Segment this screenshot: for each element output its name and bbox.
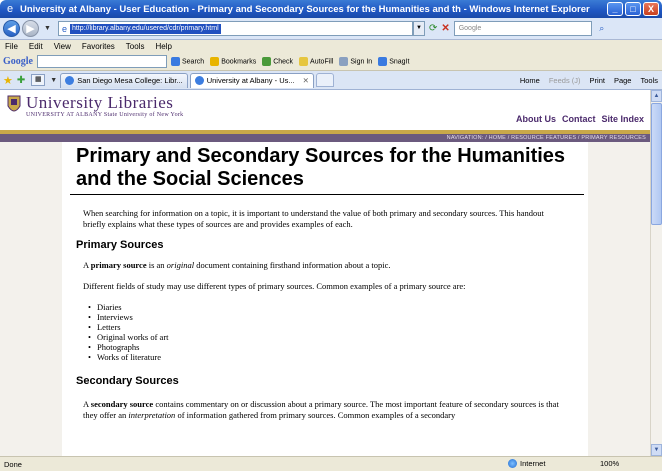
search-icon[interactable]: ⌕: [594, 21, 610, 36]
google-logo: Google: [3, 56, 33, 67]
menu-tools[interactable]: Tools: [126, 42, 145, 51]
primary-examples-list: Diaries Interviews Letters Original work…: [66, 302, 588, 362]
zoom-level[interactable]: 100%: [600, 459, 619, 468]
tab-bar: ★ ✚ ▦ ▼ San Diego Mesa College: Libr... …: [0, 71, 662, 90]
tools-menu-button[interactable]: Tools: [640, 76, 658, 85]
internet-explorer-icon: e: [6, 3, 14, 15]
list-item: Diaries: [88, 302, 588, 312]
google-autofill-button[interactable]: AutoFill: [299, 57, 333, 66]
list-item: Photographs: [88, 342, 588, 352]
snagit-button[interactable]: SnagIt: [378, 57, 409, 66]
page-icon: [65, 76, 75, 85]
status-text: Done: [4, 459, 22, 469]
menu-view[interactable]: View: [54, 42, 71, 51]
contact-link[interactable]: Contact: [562, 114, 596, 124]
tab-university-albany[interactable]: University at Albany - Us... ✕: [189, 72, 314, 88]
page-icon: e: [61, 23, 67, 34]
google-signin-button[interactable]: Sign In: [339, 57, 372, 66]
secondary-sources-heading: Secondary Sources: [76, 375, 179, 387]
status-bar: Done Internet 100%: [0, 456, 662, 471]
list-item: Works of literature: [88, 352, 588, 362]
scroll-up-icon[interactable]: ▲: [651, 90, 662, 102]
about-us-link[interactable]: About Us: [516, 114, 556, 124]
university-emblem-icon: [7, 95, 21, 112]
intro-paragraph: When searching for information on a topi…: [83, 208, 544, 229]
favorites-star-icon[interactable]: ★: [3, 74, 13, 87]
left-margin: [0, 142, 62, 456]
signin-icon: [339, 57, 349, 66]
primary-fields-paragraph: Different fields of study may use differ…: [83, 281, 466, 291]
back-button[interactable]: ◀: [3, 20, 20, 37]
star-icon: [210, 57, 220, 66]
scroll-thumb[interactable]: [651, 103, 662, 225]
google-bookmarks-button[interactable]: Bookmarks: [210, 57, 256, 66]
address-toolbar: ◀ ▶ ▼ e http://library.albany.edu/usered…: [0, 18, 662, 40]
forward-button[interactable]: ▶: [22, 20, 39, 37]
window-title-bar: e University at Albany - User Education …: [0, 0, 662, 18]
primary-definition: A primary source is an original document…: [83, 260, 391, 270]
menu-file[interactable]: File: [5, 42, 18, 51]
quick-tabs-icon[interactable]: ▦: [31, 74, 46, 86]
scroll-down-icon[interactable]: ▼: [651, 444, 662, 456]
page-title: Primary and Secondary Sources for the Hu…: [76, 145, 566, 190]
vertical-scrollbar[interactable]: ▲ ▼: [650, 90, 662, 456]
site-index-link[interactable]: Site Index: [601, 114, 644, 124]
autofill-icon: [299, 57, 309, 66]
snagit-icon: [378, 57, 388, 66]
address-url: http://library.albany.edu/usered/cdr/pri…: [69, 23, 221, 34]
maximize-button[interactable]: □: [625, 2, 641, 16]
web-page: University Libraries UNIVERSITY AT ALBAN…: [0, 90, 650, 456]
home-button[interactable]: Home: [520, 76, 540, 85]
google-toolbar: Google Search Bookmarks Check AutoFill S…: [0, 53, 662, 71]
secondary-definition: A secondary source contains commentary o…: [83, 399, 559, 420]
search-icon: [171, 57, 180, 66]
page-menu-button[interactable]: Page: [614, 76, 632, 85]
new-tab-button[interactable]: [315, 73, 334, 87]
address-input[interactable]: e http://library.albany.edu/usered/cdr/p…: [57, 21, 413, 36]
menu-bar: File Edit View Favorites Tools Help: [0, 40, 662, 53]
add-favorite-icon[interactable]: ✚: [17, 75, 25, 86]
address-dropdown-icon[interactable]: ▼: [412, 21, 425, 36]
library-subtitle: UNIVERSITY AT ALBANY State University of…: [26, 112, 184, 118]
breadcrumb[interactable]: NAVIGATION: / HOME / RESOURCE FEATURES /…: [0, 134, 650, 142]
menu-edit[interactable]: Edit: [29, 42, 43, 51]
tab-san-diego[interactable]: San Diego Mesa College: Libr...: [60, 72, 188, 88]
page-icon: [194, 76, 204, 85]
title-rule: [70, 194, 584, 195]
google-search-button[interactable]: Search: [171, 57, 204, 66]
search-input[interactable]: Google: [453, 21, 592, 36]
library-name[interactable]: University Libraries: [26, 93, 173, 113]
list-item: Interviews: [88, 312, 588, 322]
stop-icon[interactable]: ✕: [441, 23, 449, 34]
google-search-input[interactable]: [37, 55, 167, 68]
list-item: Original works of art: [88, 332, 588, 342]
library-header: University Libraries UNIVERSITY AT ALBAN…: [0, 90, 650, 134]
article-content: Primary and Secondary Sources for the Hu…: [66, 145, 588, 421]
close-tab-icon[interactable]: ✕: [303, 76, 309, 85]
spellcheck-icon: [262, 57, 272, 66]
refresh-icon[interactable]: ⟳: [429, 23, 437, 34]
close-button[interactable]: X: [643, 2, 659, 16]
right-margin: [588, 142, 650, 456]
minimize-button[interactable]: _: [607, 2, 623, 16]
google-check-button[interactable]: Check: [262, 57, 293, 66]
feeds-button[interactable]: Feeds (J): [549, 76, 581, 85]
primary-sources-heading: Primary Sources: [76, 239, 164, 251]
print-button[interactable]: Print: [590, 76, 605, 85]
list-item: Letters: [88, 322, 588, 332]
tab-list-dropdown-icon[interactable]: ▼: [50, 77, 57, 84]
security-zone: Internet: [508, 459, 545, 468]
window-title: University at Albany - User Education - …: [20, 3, 590, 15]
menu-favorites[interactable]: Favorites: [82, 42, 115, 51]
globe-icon: [508, 459, 517, 468]
menu-help[interactable]: Help: [155, 42, 171, 51]
history-dropdown-icon[interactable]: ▼: [44, 25, 51, 32]
